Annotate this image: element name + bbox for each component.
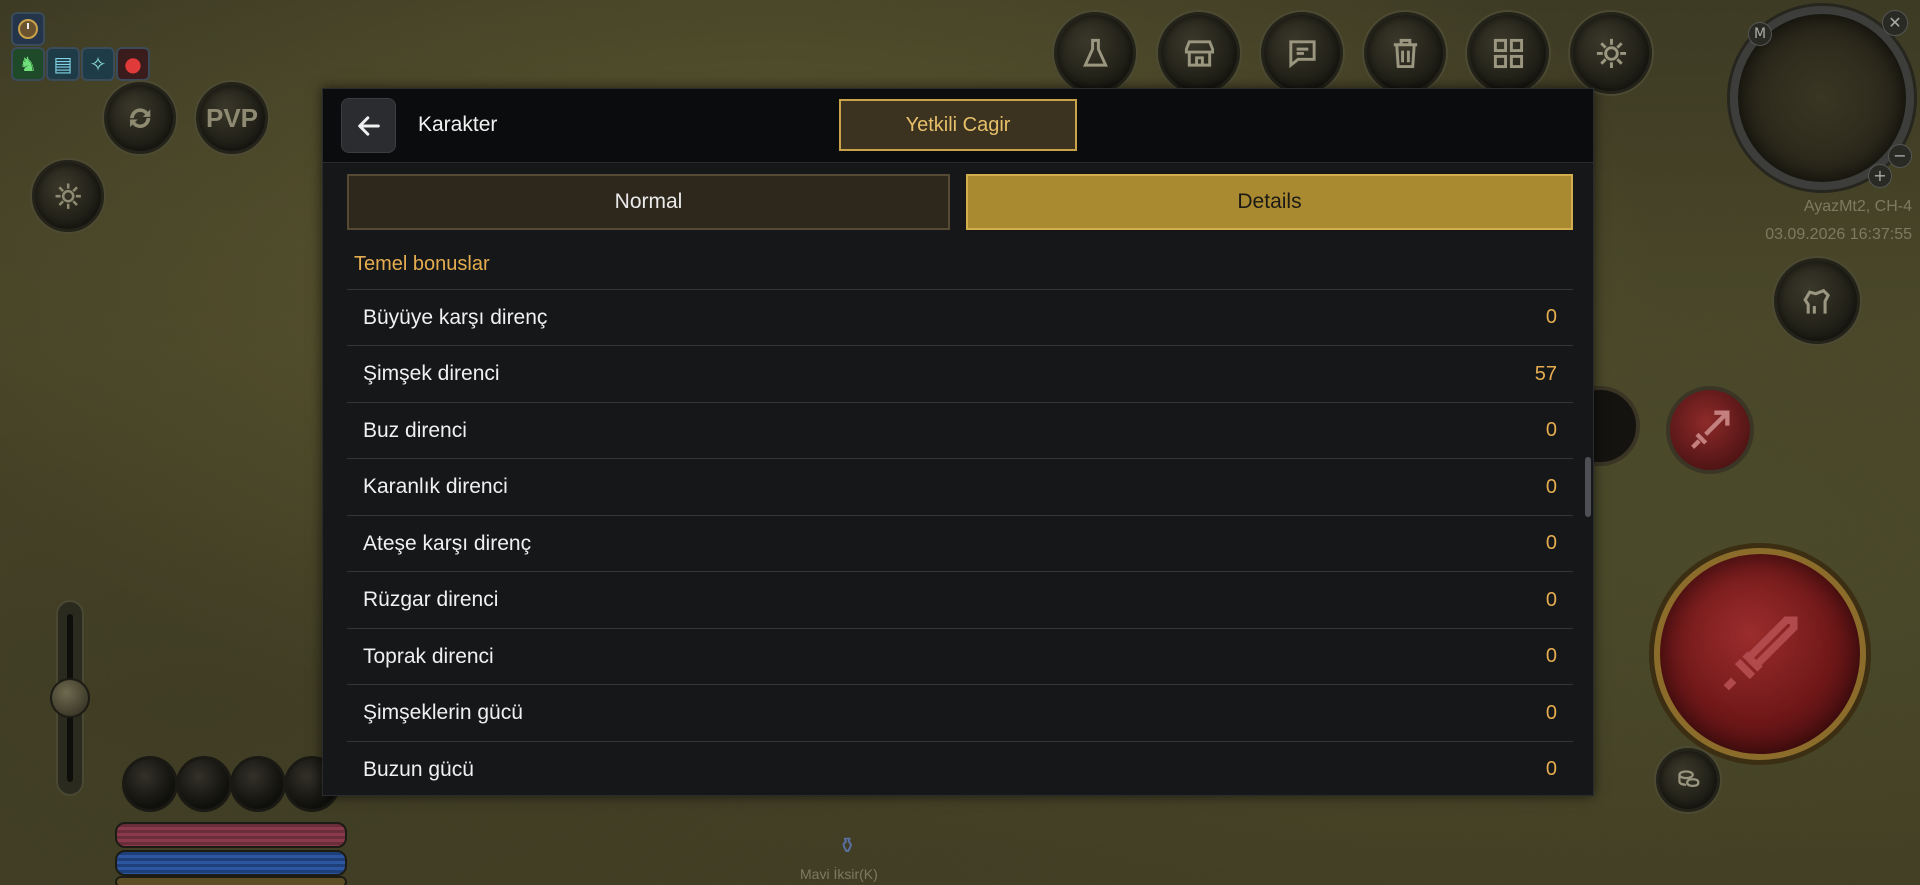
- bonus-row: Şimşek direnci 57: [347, 347, 1573, 403]
- bonus-value: 0: [1545, 306, 1557, 328]
- grid-button[interactable]: [1467, 12, 1549, 94]
- bonus-value: 0: [1545, 475, 1557, 498]
- tab-details[interactable]: Details: [966, 174, 1573, 230]
- bonus-row: Büyüye karşı direnç 0: [347, 290, 1573, 346]
- horse-icon: [1802, 288, 1830, 314]
- bonus-value: 0: [1545, 588, 1557, 611]
- scrollbar[interactable]: [1585, 457, 1591, 517]
- mount-button[interactable]: [1774, 258, 1860, 344]
- bonus-row: Rüzgar direnci 0: [347, 573, 1573, 629]
- mana-bar: [115, 850, 347, 876]
- quickslot-item-label: Mavi İksir(K): [800, 866, 878, 882]
- skill-slot[interactable]: [176, 756, 232, 812]
- bonus-label: Ateşe karşı direnç: [363, 531, 532, 555]
- bonus-label: Büyüye karşı direnç: [363, 305, 548, 329]
- chat-button[interactable]: [1261, 12, 1343, 94]
- bonus-value: 0: [1545, 645, 1557, 667]
- tab-normal[interactable]: Normal: [347, 174, 950, 230]
- skill-slot[interactable]: [230, 756, 286, 812]
- horse-buff-icon: ♞: [11, 47, 45, 81]
- coins-button[interactable]: [1656, 748, 1720, 812]
- sword-icon: [1723, 616, 1798, 691]
- minimap-m-button[interactable]: M: [1748, 22, 1772, 46]
- skill-button[interactable]: [1666, 386, 1754, 474]
- server-channel-label: AyazMt2, CH-4: [1803, 198, 1912, 215]
- trash-button[interactable]: [1364, 12, 1446, 94]
- bonus-value: 0: [1545, 532, 1557, 554]
- panel-title: Karakter: [418, 113, 498, 136]
- bonus-label: Karanlık direnci: [363, 475, 508, 498]
- bonus-value: 0: [1545, 758, 1557, 780]
- back-button[interactable]: [341, 98, 396, 153]
- minimap-zoom-in-button[interactable]: +: [1868, 164, 1892, 188]
- bonus-row: Karanlık direnci 0: [347, 460, 1573, 516]
- gear-icon: [1596, 38, 1626, 68]
- bonus-value: 0: [1545, 419, 1557, 441]
- health-bar: [115, 822, 347, 848]
- bonus-row: Buzun gücü 0: [347, 742, 1573, 795]
- potion-buff-icon: ●: [116, 47, 150, 81]
- pvp-button[interactable]: PVP: [196, 82, 268, 154]
- bonus-label: Toprak direnci: [363, 644, 494, 668]
- panel-header: Karakter Yetkili Cagir: [323, 89, 1593, 163]
- settings-button[interactable]: [1570, 12, 1652, 94]
- potion-item-icon[interactable]: ⚱: [838, 834, 864, 860]
- bonus-row: Toprak direnci 0: [347, 629, 1573, 685]
- gear-icon: [55, 183, 81, 209]
- grid-icon: [1493, 38, 1523, 68]
- arrow-left-icon: [357, 115, 380, 136]
- skill-buff-icon: ✧: [81, 47, 115, 81]
- call-gm-button[interactable]: Yetkili Cagir: [839, 99, 1077, 151]
- bonus-value: 0: [1545, 701, 1557, 724]
- bonus-label: Buzun gücü: [363, 757, 474, 781]
- bonus-label: Rüzgar direnci: [363, 588, 499, 611]
- bonus-value: 57: [1534, 362, 1557, 385]
- bonus-row: Ateşe karşı direnç 0: [347, 516, 1573, 572]
- clock-buff-icon: [11, 12, 45, 46]
- settings-button-left[interactable]: [32, 160, 104, 232]
- flask-icon: [1082, 38, 1108, 67]
- section-title: Temel bonuslar: [354, 253, 490, 275]
- character-panel: Karakter Yetkili Cagir Normal Details Te…: [322, 88, 1594, 796]
- zoom-slider-handle[interactable]: [50, 678, 90, 718]
- sword-icon: [1691, 410, 1730, 449]
- coins-icon: [1677, 769, 1700, 787]
- pvp-label: PVP: [205, 102, 259, 133]
- bonus-row: Buz direnci 0: [347, 403, 1573, 459]
- refresh-button[interactable]: [104, 82, 176, 154]
- minimap-zoom-out-button[interactable]: −: [1888, 144, 1912, 168]
- bonus-row: Şimşeklerin gücü 0: [347, 686, 1573, 742]
- datetime-label: 03.09.2026 16:37:55: [1765, 226, 1912, 243]
- bonus-label: Şimşek direnci: [363, 362, 500, 385]
- minimap-close-button[interactable]: ✕: [1882, 10, 1908, 36]
- shop-button[interactable]: [1158, 12, 1240, 94]
- skill-slot[interactable]: [122, 756, 178, 812]
- chat-icon: [1288, 39, 1316, 68]
- flask-button[interactable]: [1054, 12, 1136, 94]
- refresh-icon: [129, 108, 151, 128]
- bonus-label: Şimşeklerin gücü: [363, 701, 523, 724]
- bonus-label: Buz direnci: [363, 418, 467, 442]
- bonus-list[interactable]: Temel bonuslar Büyüye karşı direnç 0 Şimşe…: [347, 243, 1573, 795]
- experience-bar: [115, 876, 347, 885]
- scroll-buff-icon: ▤: [46, 47, 80, 81]
- attack-button[interactable]: [1654, 548, 1866, 760]
- shop-icon: [1184, 39, 1214, 67]
- trash-icon: [1393, 38, 1417, 68]
